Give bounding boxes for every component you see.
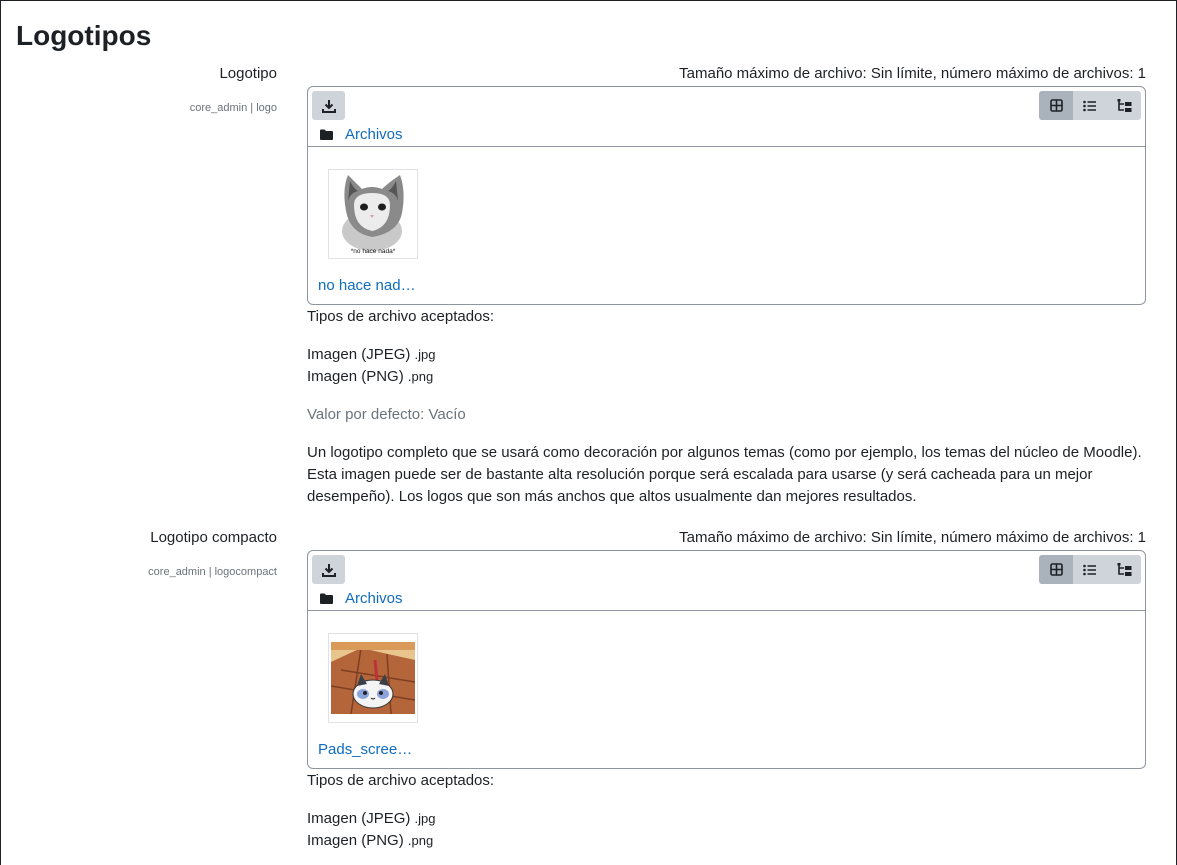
- accepted-type-item: Imagen (JPEG) .jpg: [307, 810, 436, 827]
- accepted-type-item: Imagen (PNG) .png: [307, 368, 434, 385]
- view-tree-button[interactable]: [1107, 91, 1141, 120]
- download-icon: [321, 99, 336, 113]
- filepicker-path: Archivos: [308, 587, 1145, 611]
- folder-icon: [320, 593, 333, 604]
- view-icons-button[interactable]: [1039, 91, 1073, 120]
- folder-link[interactable]: Archivos: [345, 590, 403, 607]
- view-list-button[interactable]: [1073, 555, 1107, 584]
- filepicker-path: Archivos: [308, 123, 1145, 147]
- default-value: Valor por defecto: Vacío: [307, 406, 466, 423]
- view-switcher: [1039, 555, 1141, 584]
- file-name-link[interactable]: Pads_scree…: [318, 741, 412, 758]
- file-limits-text: Tamaño máximo de archivo: Sin límite, nú…: [679, 529, 1146, 546]
- download-button[interactable]: [312, 91, 345, 120]
- view-tree-button[interactable]: [1107, 555, 1141, 584]
- setting-label: Logotipo compacto: [150, 529, 277, 546]
- page-title: Logotipos: [16, 20, 152, 51]
- list-icon: [1083, 100, 1096, 111]
- download-button[interactable]: [312, 555, 345, 584]
- file-thumbnail[interactable]: *no hace nada*: [328, 169, 418, 259]
- file-name-link[interactable]: no hace nad…: [318, 277, 416, 294]
- view-list-button[interactable]: [1073, 91, 1107, 120]
- folder-link[interactable]: Archivos: [345, 126, 403, 143]
- filepicker-content: *no hace nada* no hace nad…: [308, 147, 1145, 304]
- download-icon: [321, 563, 336, 577]
- setting-description: Tipos de archivo aceptados: Imagen (JPEG…: [307, 770, 1152, 852]
- filepicker-logocompact: Archivos Pads_scree…: [307, 550, 1146, 769]
- filepicker-content: Pads_scree…: [308, 611, 1145, 768]
- accepted-types-title: Tipos de archivo aceptados:: [307, 772, 495, 789]
- tree-icon: [1117, 562, 1131, 576]
- accepted-type-item: Imagen (PNG) .png: [307, 832, 434, 849]
- setting-key: core_admin | logocompact: [148, 566, 277, 578]
- cat-photo-image: *no hace nada*: [332, 171, 414, 257]
- file-limits-text: Tamaño máximo de archivo: Sin límite, nú…: [679, 65, 1146, 82]
- admin-page: Logotipos Logotipo core_admin | logo Tam…: [0, 0, 1177, 865]
- thumb-caption: *no hace nada*: [351, 248, 396, 255]
- grid-icon: [1049, 563, 1063, 576]
- file-thumbnail[interactable]: [328, 633, 418, 723]
- setting-description: Tipos de archivo aceptados: Imagen (JPEG…: [307, 306, 1152, 508]
- filepicker-toolbar: [308, 87, 1145, 123]
- list-icon: [1083, 564, 1096, 575]
- folder-icon: [320, 129, 333, 140]
- setting-label-column: Logotipo core_admin | logo: [1, 65, 277, 115]
- view-icons-button[interactable]: [1039, 555, 1073, 584]
- view-switcher: [1039, 91, 1141, 120]
- accepted-types-title: Tipos de archivo aceptados:: [307, 308, 495, 325]
- accepted-type-item: Imagen (JPEG) .jpg: [307, 346, 436, 363]
- setting-label-column: Logotipo compacto core_admin | logocompa…: [1, 529, 277, 579]
- filepicker-toolbar: [308, 551, 1145, 587]
- grid-icon: [1049, 99, 1063, 112]
- tree-icon: [1117, 98, 1131, 112]
- setting-key: core_admin | logo: [189, 102, 277, 114]
- filepicker-logo: Archivos *no hace nada* no hace nad…: [307, 86, 1146, 305]
- game-screenshot-image: [331, 642, 415, 714]
- setting-label: Logotipo: [219, 65, 277, 82]
- description-text: Un logotipo completo que se usará como d…: [307, 444, 1142, 505]
